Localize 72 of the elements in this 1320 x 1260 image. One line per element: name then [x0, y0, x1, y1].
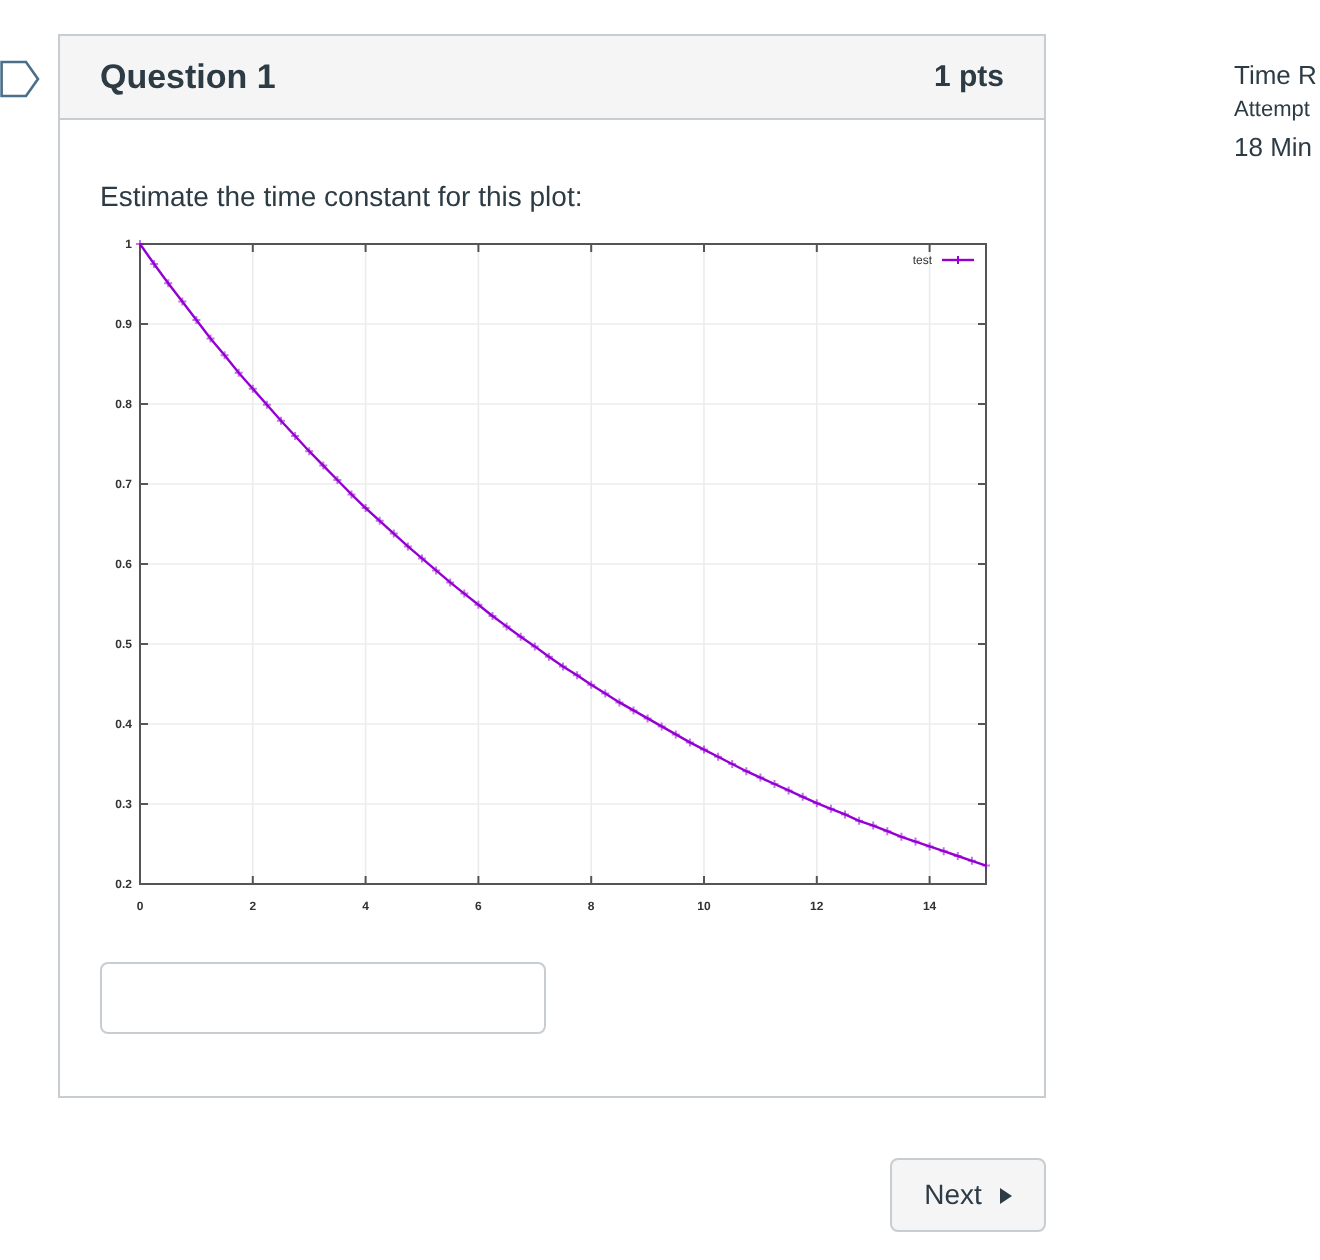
data-point-marker	[247, 383, 258, 394]
data-point-marker	[981, 860, 991, 871]
data-point-marker	[318, 460, 329, 471]
data-point-marker	[360, 503, 371, 513]
data-point-marker	[163, 278, 174, 289]
data-point-marker	[501, 621, 512, 632]
time-label: Time R	[1234, 60, 1317, 92]
data-point-marker	[727, 759, 738, 769]
data-point-marker	[459, 588, 470, 599]
data-point-marker	[656, 721, 667, 732]
data-point-marker	[966, 855, 977, 866]
data-point-marker	[515, 631, 526, 642]
data-point-marker	[699, 744, 709, 755]
data-point-marker	[868, 820, 879, 831]
data-point-marker	[205, 333, 216, 344]
attempt-label: Attempt	[1234, 96, 1312, 124]
question-title: Question 1	[100, 57, 276, 97]
data-point-marker	[135, 239, 145, 249]
legend-line-icon	[942, 255, 974, 265]
data-point-marker	[882, 826, 893, 837]
data-point-marker	[487, 611, 498, 621]
data-point-marker	[177, 296, 188, 307]
answer-field[interactable]	[100, 962, 546, 1034]
data-point-marker	[840, 809, 850, 820]
data-point-marker	[261, 399, 272, 410]
data-point-marker	[896, 831, 907, 842]
data-point-marker	[755, 772, 766, 783]
data-point-marker	[783, 785, 794, 796]
data-point-marker	[473, 599, 484, 610]
data-point-marker	[741, 766, 752, 777]
data-point-marker	[952, 851, 963, 861]
data-point-marker	[304, 446, 315, 457]
data-point-marker	[614, 697, 625, 708]
data-point-marker	[149, 259, 160, 269]
data-point-marker	[910, 836, 921, 847]
data-point-marker	[346, 489, 357, 500]
data-point-marker	[825, 803, 836, 814]
data-point-marker	[402, 541, 413, 552]
data-point-marker	[374, 515, 385, 526]
data-point-marker	[445, 577, 456, 588]
data-point-marker	[600, 688, 611, 699]
data-point-marker	[938, 846, 949, 857]
data-point-marker	[191, 315, 202, 325]
data-point-marker	[558, 661, 568, 672]
data-point-marker	[276, 415, 286, 426]
data-point-marker	[628, 705, 639, 716]
data-point-marker	[219, 350, 230, 361]
data-point-marker	[417, 553, 427, 564]
question-prompt: Estimate the time constant for this plot:	[100, 180, 585, 212]
data-point-marker	[713, 751, 724, 762]
flag-icon[interactable]	[0, 60, 40, 98]
data-point-marker	[332, 475, 343, 485]
data-point-marker	[572, 670, 583, 681]
data-point-marker	[529, 641, 540, 652]
time-remaining: 18 Min	[1234, 132, 1315, 164]
next-button[interactable]: Next	[890, 1158, 1046, 1232]
data-point-marker	[670, 729, 681, 740]
data-point-marker	[924, 841, 935, 852]
data-point-marker	[586, 679, 597, 690]
data-point-marker	[543, 651, 554, 662]
data-point-marker	[290, 431, 301, 441]
data-point-marker	[811, 798, 822, 809]
data-point-marker	[797, 791, 808, 802]
data-point-marker	[684, 737, 695, 748]
data-point-marker	[854, 815, 865, 826]
points-label: 1 pts	[933, 59, 1004, 95]
data-point-marker	[642, 713, 653, 724]
data-point-marker	[388, 528, 399, 539]
data-point-marker	[233, 367, 244, 378]
caret-icon	[999, 1187, 1012, 1203]
data-point-marker	[431, 565, 442, 576]
data-point-marker	[769, 779, 780, 789]
